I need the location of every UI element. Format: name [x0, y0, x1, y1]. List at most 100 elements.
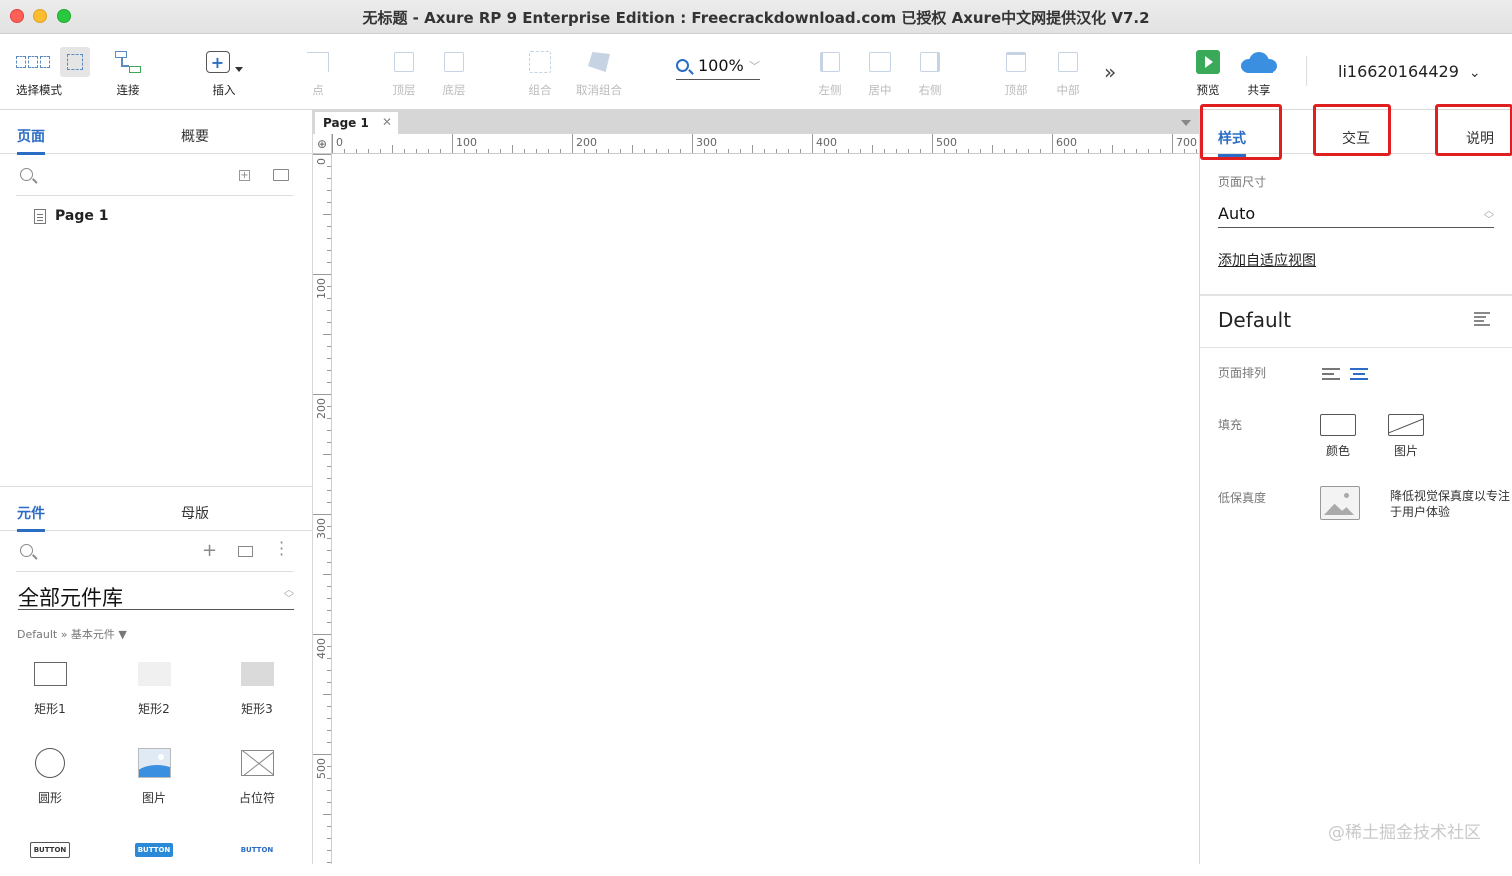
ruler-tick — [968, 149, 969, 153]
add-page-icon[interactable]: + — [239, 170, 250, 181]
group-button[interactable]: 组合 — [522, 46, 558, 98]
ruler-tick — [327, 598, 331, 599]
ruler-tick — [327, 310, 331, 311]
connect-button[interactable]: 连接 — [110, 46, 146, 98]
ruler-tick — [716, 149, 717, 153]
tab-outline[interactable]: 概要 — [181, 126, 209, 146]
pages-search-row: + — [0, 156, 313, 196]
low-fidelity-toggle-icon[interactable] — [1320, 486, 1360, 520]
edit-style-icon[interactable] — [1474, 312, 1492, 326]
align-top-button[interactable]: 顶部 — [998, 46, 1034, 98]
fill-image-button[interactable]: 图片 — [1386, 414, 1426, 459]
ruler-tick — [1016, 149, 1017, 153]
ruler-tick — [1136, 149, 1137, 153]
share-button[interactable]: 共享 — [1240, 46, 1278, 98]
more-tools-icon[interactable]: » — [1104, 60, 1116, 84]
ruler-tick — [327, 562, 331, 563]
ruler-label: 300 — [696, 136, 717, 149]
add-adaptive-view-link[interactable]: 添加自适应视图 — [1218, 250, 1316, 270]
title-bar: 无标题 - Axure RP 9 Enterprise Edition : Fr… — [0, 0, 1512, 34]
crosshair-icon[interactable]: ⊕ — [313, 134, 332, 154]
ruler-tick — [656, 149, 657, 153]
library-breadcrumb[interactable]: Default » 基本元件 ▼ — [17, 626, 127, 642]
page-tabbar: Page 1 ✕ — [313, 110, 1199, 134]
minimize-window-button[interactable] — [33, 9, 47, 23]
add-library-icon[interactable]: + — [202, 540, 217, 561]
align-center-page-icon[interactable] — [1350, 368, 1368, 380]
ruler-tick — [327, 706, 331, 707]
align-left-page-icon[interactable] — [1322, 368, 1340, 380]
align-right-button[interactable]: 右侧 — [912, 46, 948, 98]
search-icon[interactable] — [20, 168, 33, 181]
user-account-menu[interactable]: li16620164429 ⌄ — [1338, 62, 1481, 81]
ruler-tick — [327, 502, 331, 503]
ungroup-button[interactable]: 取消组合 — [574, 46, 624, 98]
page-tab[interactable]: Page 1 ✕ — [315, 112, 398, 134]
align-center-button[interactable]: 居中 — [862, 46, 898, 98]
widget-rect1[interactable]: 矩形1 — [10, 656, 90, 717]
top-layer-button[interactable]: 顶层 — [386, 46, 422, 98]
close-tab-icon[interactable]: ✕ — [382, 115, 392, 129]
ruler-tick — [1076, 149, 1077, 153]
widget-primary-button[interactable]: BUTTON — [114, 832, 194, 876]
widget-rect2[interactable]: 矩形2 — [114, 656, 194, 717]
ruler-tick — [392, 145, 393, 153]
ruler-tick — [327, 610, 331, 611]
tabs-dropdown-icon[interactable] — [1181, 120, 1191, 126]
fill-label: 填充 — [1218, 418, 1243, 432]
ruler-tick — [1196, 149, 1197, 153]
ruler-tick — [824, 149, 825, 153]
ruler-tick — [788, 149, 789, 153]
ruler-tick — [512, 145, 513, 153]
fill-color-button[interactable]: 颜色 — [1318, 414, 1358, 459]
page-item[interactable]: Page 1 — [34, 208, 108, 224]
tab-pages[interactable]: 页面 — [17, 126, 45, 155]
add-folder-icon[interactable] — [273, 169, 289, 181]
search-icon[interactable] — [20, 544, 33, 557]
bottom-layer-button[interactable]: 底层 — [436, 46, 472, 98]
library-select[interactable]: 全部元件库 ︿ ﹀ — [18, 582, 294, 610]
updown-icon: ︿ ﹀ — [1484, 206, 1494, 226]
rectangle-icon — [240, 662, 274, 686]
ruler-tick — [980, 149, 981, 153]
ruler-tick — [332, 134, 333, 153]
widget-link-button[interactable]: BUTTON — [217, 832, 297, 876]
ungroup-icon — [588, 52, 610, 72]
tab-masters[interactable]: 母版 — [181, 503, 209, 523]
design-canvas[interactable] — [332, 154, 1199, 864]
ruler-label: 0 — [315, 158, 328, 165]
intersect-select-icon[interactable] — [60, 47, 90, 77]
ruler-tick — [1004, 149, 1005, 153]
ruler-tick — [327, 790, 331, 791]
align-middle-icon — [1058, 52, 1078, 72]
widget-rect3[interactable]: 矩形3 — [217, 656, 297, 717]
zoom-window-button[interactable] — [57, 9, 71, 23]
more-options-icon[interactable]: · · · — [279, 535, 284, 563]
tab-widgets[interactable]: 元件 — [17, 503, 45, 532]
close-window-button[interactable] — [10, 9, 24, 23]
zoom-select[interactable]: 100% ﹀ — [676, 56, 760, 80]
align-left-button[interactable]: 左侧 — [812, 46, 848, 98]
ruler-tick — [860, 149, 861, 153]
align-middle-button[interactable]: 中部 — [1050, 46, 1086, 98]
ruler-tick — [848, 149, 849, 153]
ruler-tick — [327, 250, 331, 251]
widget-button[interactable]: BUTTON — [10, 832, 90, 876]
insert-button[interactable]: + 插入 — [204, 46, 244, 98]
widget-placeholder[interactable]: 占位符 — [217, 745, 297, 806]
widget-circle[interactable]: 圆形 — [10, 745, 90, 806]
rectangle-icon — [137, 662, 171, 686]
library-window-icon[interactable] — [238, 546, 253, 557]
preview-button[interactable]: 预览 — [1190, 46, 1226, 98]
select-mode-button[interactable]: 选择模式 — [16, 46, 96, 98]
highlight-box-interactions — [1313, 104, 1391, 156]
page-size-select[interactable]: Auto ︿ ﹀ — [1218, 204, 1494, 228]
ruler-tick — [752, 145, 753, 153]
align-left-icon — [820, 52, 840, 72]
ruler-label: 200 — [315, 398, 328, 419]
ruler-tick — [896, 149, 897, 153]
point-button[interactable]: 点 — [300, 46, 336, 98]
widget-image[interactable]: 图片 — [114, 745, 194, 806]
ruler-tick — [956, 149, 957, 153]
ruler-tick — [1172, 134, 1173, 153]
